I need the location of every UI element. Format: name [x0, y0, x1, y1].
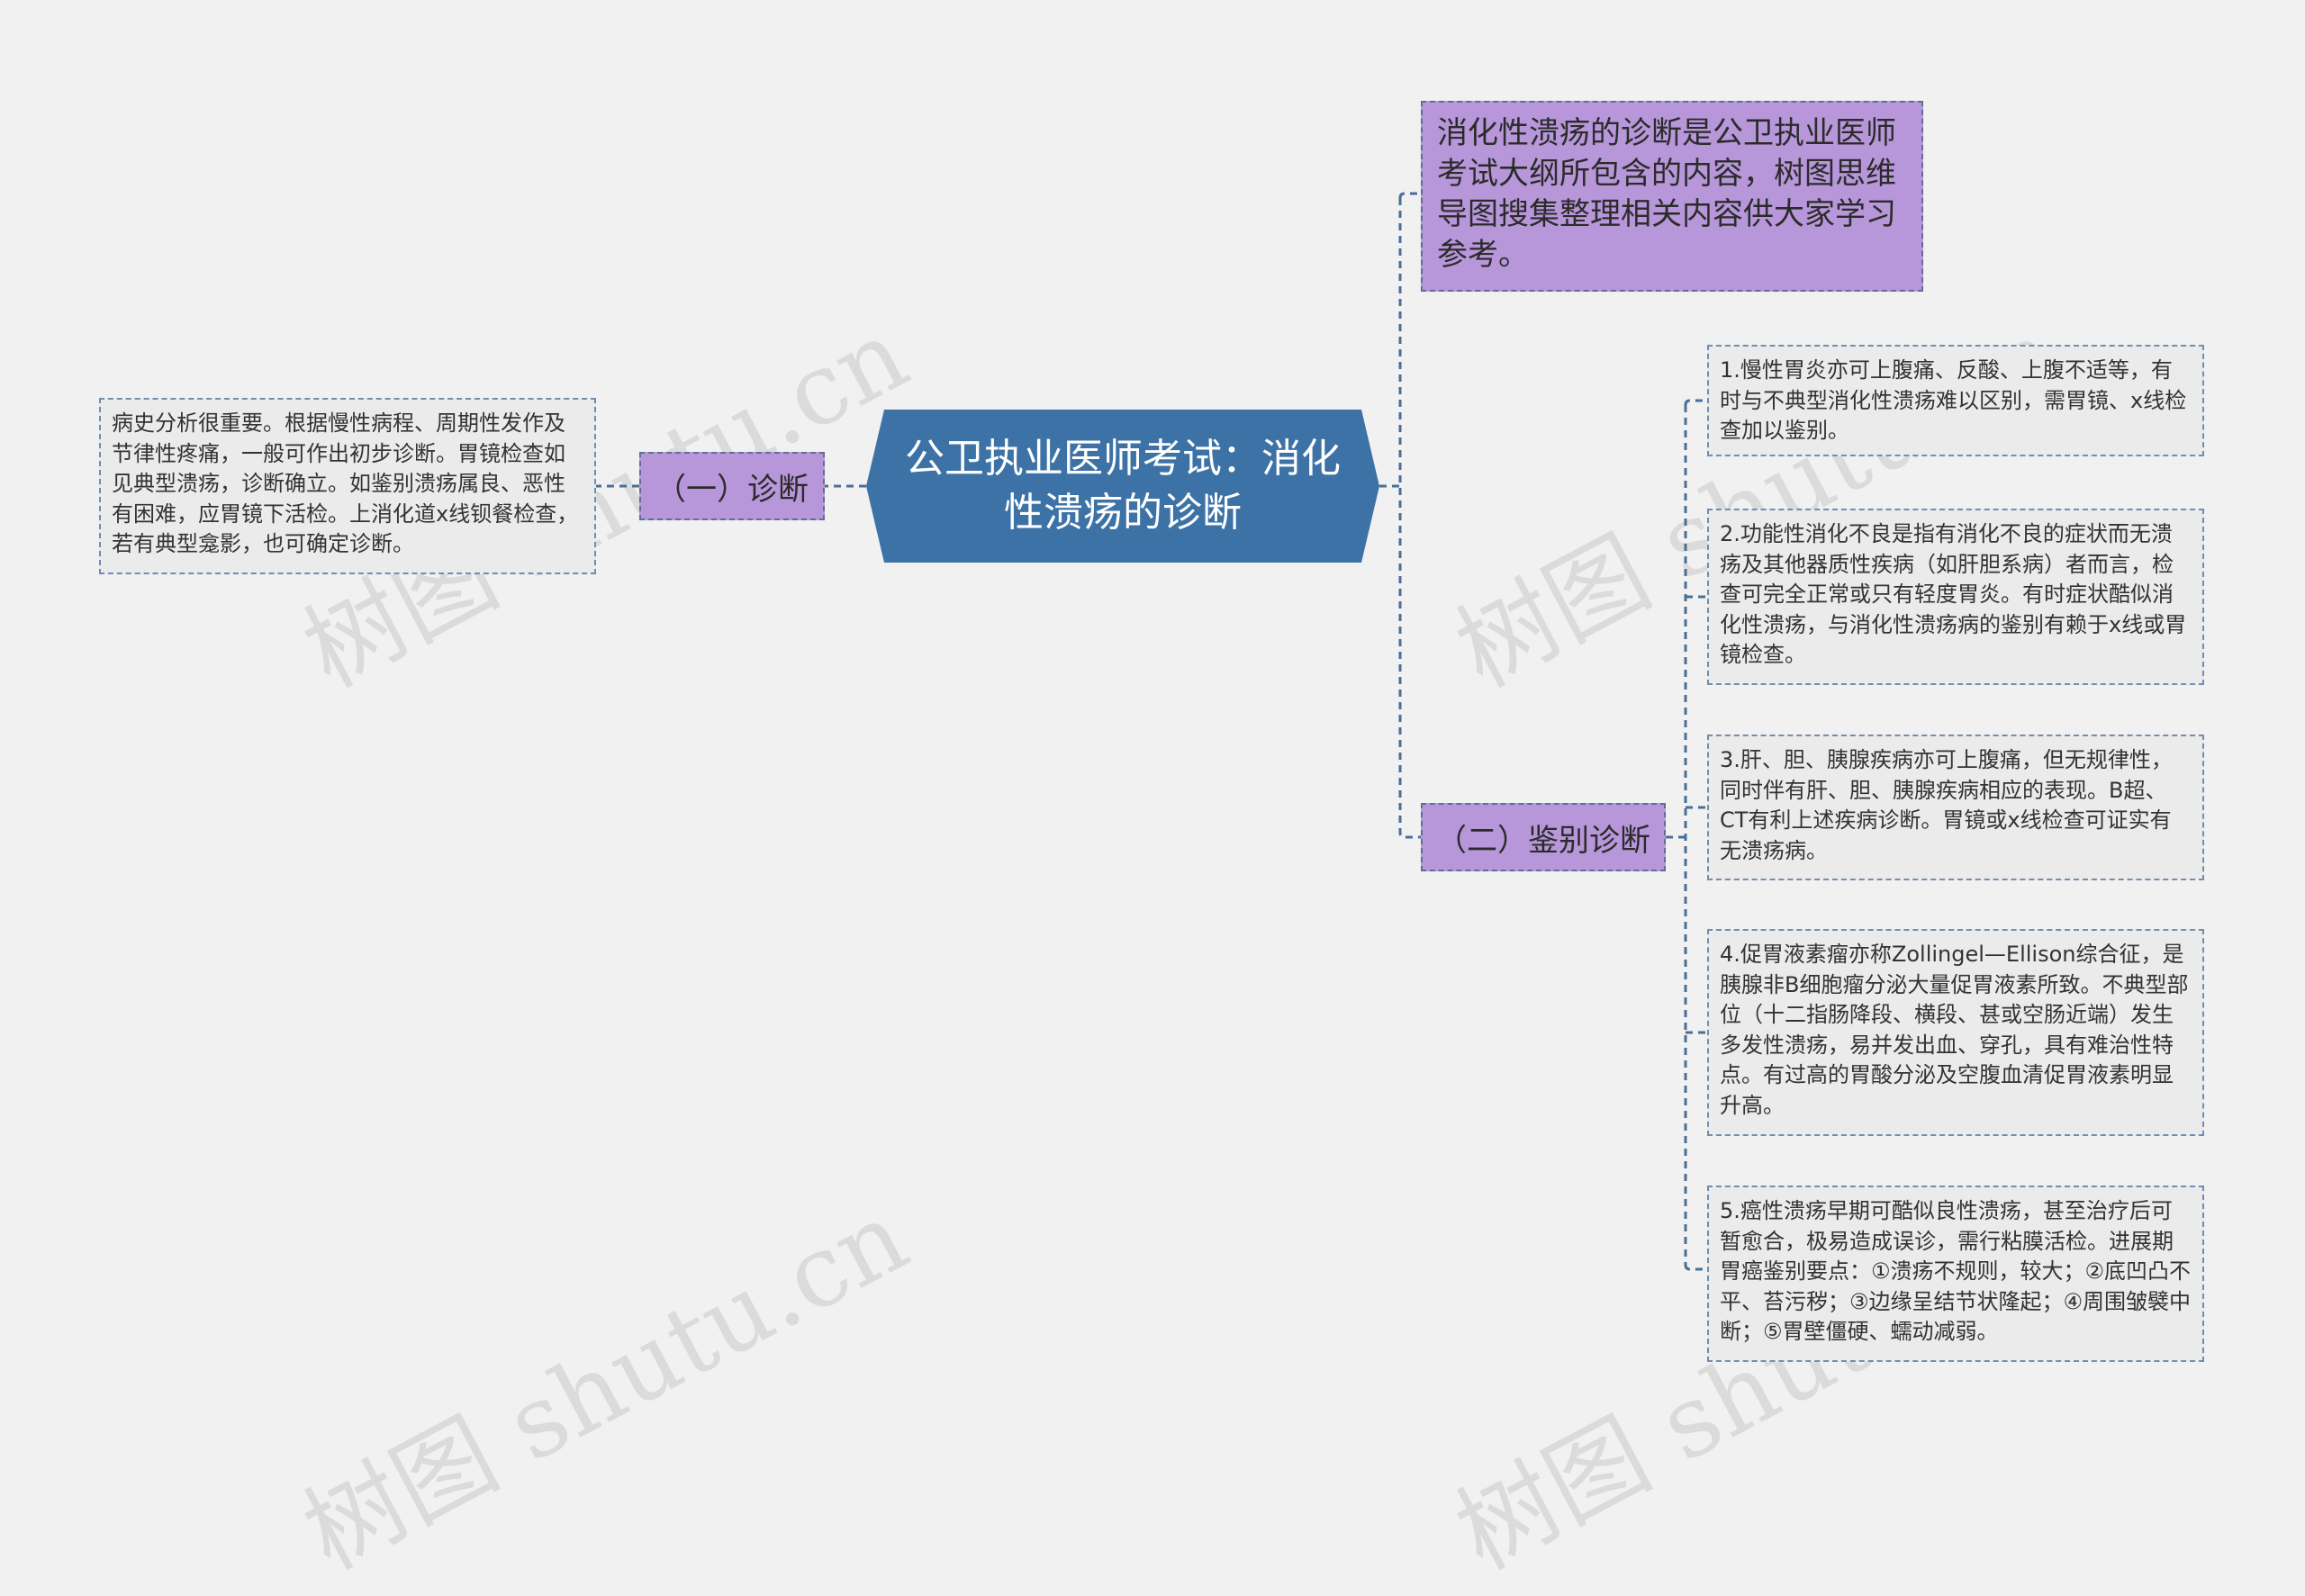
leaf-differential-2[interactable]: 2.功能性消化不良是指有消化不良的症状而无溃疡及其他器质性疾病（如肝胆系病）者而…: [1707, 509, 2204, 685]
leaf-differential-3[interactable]: 3.肝、胆、胰腺疾病亦可上腹痛，但无规律性，同时伴有肝、胆、胰腺疾病相应的表现。…: [1707, 735, 2204, 880]
connector-leaf-1: [1684, 399, 1707, 406]
leaf-differential-1-text: 1.慢性胃炎亦可上腹痛、反酸、上腹不适等，有时与不典型消化性溃疡难以区别，需胃镜…: [1720, 357, 2187, 443]
connector-leaf-5: [1684, 1264, 1707, 1271]
leaf-differential-2-text: 2.功能性消化不良是指有消化不良的症状而无溃疡及其他器质性疾病（如肝胆系病）者而…: [1720, 521, 2187, 667]
intro-note[interactable]: 消化性溃疡的诊断是公卫执业医师考试大纲所包含的内容，树图思维导图搜集整理相关内容…: [1421, 101, 1923, 292]
connector-right-trunk: [1398, 192, 1421, 839]
leaf-differential-1[interactable]: 1.慢性胃炎亦可上腹痛、反酸、上腹不适等，有时与不典型消化性溃疡难以区别，需胃镜…: [1707, 345, 2204, 456]
branch-differential-diagnosis-label: （二）鉴别诊断: [1436, 822, 1650, 859]
leaf-diagnosis-detail-text: 病史分析很重要。根据慢性病程、周期性发作及节律性疼痛，一般可作出初步诊断。胃镜检…: [112, 410, 579, 556]
central-topic[interactable]: 公卫执业医师考试：消化性溃疡的诊断: [866, 410, 1379, 563]
branch-diagnosis-label: （一）诊断: [655, 471, 809, 508]
leaf-differential-3-text: 3.肝、胆、胰腺疾病亦可上腹痛，但无规律性，同时伴有肝、胆、胰腺疾病相应的表现。…: [1720, 747, 2173, 863]
leaf-differential-5[interactable]: 5.癌性溃疡早期可酷似良性溃疡，甚至治疗后可暂愈合，极易造成误诊，需行粘膜活检。…: [1707, 1186, 2204, 1362]
central-topic-label: 公卫执业医师考试：消化性溃疡的诊断: [905, 436, 1341, 536]
leaf-differential-4[interactable]: 4.促胃液素瘤亦称Zollingel—Ellison综合征，是胰腺非B细胞瘤分泌…: [1707, 929, 2204, 1136]
branch-diagnosis[interactable]: （一）诊断: [639, 452, 825, 520]
leaf-diagnosis-detail[interactable]: 病史分析很重要。根据慢性病程、周期性发作及节律性疼痛，一般可作出初步诊断。胃镜检…: [99, 398, 596, 574]
leaf-differential-4-text: 4.促胃液素瘤亦称Zollingel—Ellison综合征，是胰腺非B细胞瘤分泌…: [1720, 942, 2189, 1118]
leaf-differential-5-text: 5.癌性溃疡早期可酷似良性溃疡，甚至治疗后可暂愈合，极易造成误诊，需行粘膜活检。…: [1720, 1198, 2192, 1344]
intro-note-text: 消化性溃疡的诊断是公卫执业医师考试大纲所包含的内容，树图思维导图搜集整理相关内容…: [1437, 115, 1896, 273]
branch-differential-diagnosis[interactable]: （二）鉴别诊断: [1421, 803, 1666, 871]
